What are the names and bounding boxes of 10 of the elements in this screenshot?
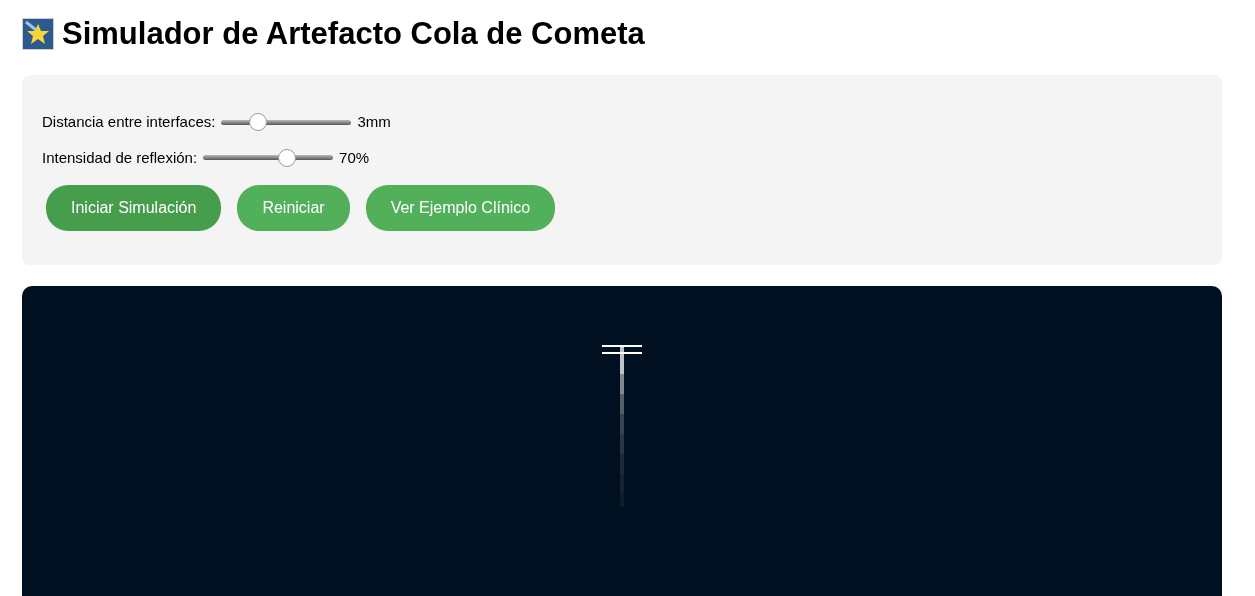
slider-label: Distancia entre interfaces: (42, 112, 216, 133)
slider-thumb[interactable] (278, 148, 297, 167)
slider-value: 70% (339, 147, 370, 168)
slider-value: 3mm (357, 112, 391, 133)
slider-label: Intensidad de reflexión: (42, 147, 198, 168)
action-button[interactable]: Reiniciar (237, 185, 350, 232)
action-button[interactable]: Ver Ejemplo Clínico (365, 185, 556, 232)
action-button[interactable]: Iniciar Simulación (46, 185, 222, 232)
page-title: Simulador de Artefacto Cola de Cometa (62, 15, 645, 53)
slider-thumb[interactable] (249, 113, 268, 132)
